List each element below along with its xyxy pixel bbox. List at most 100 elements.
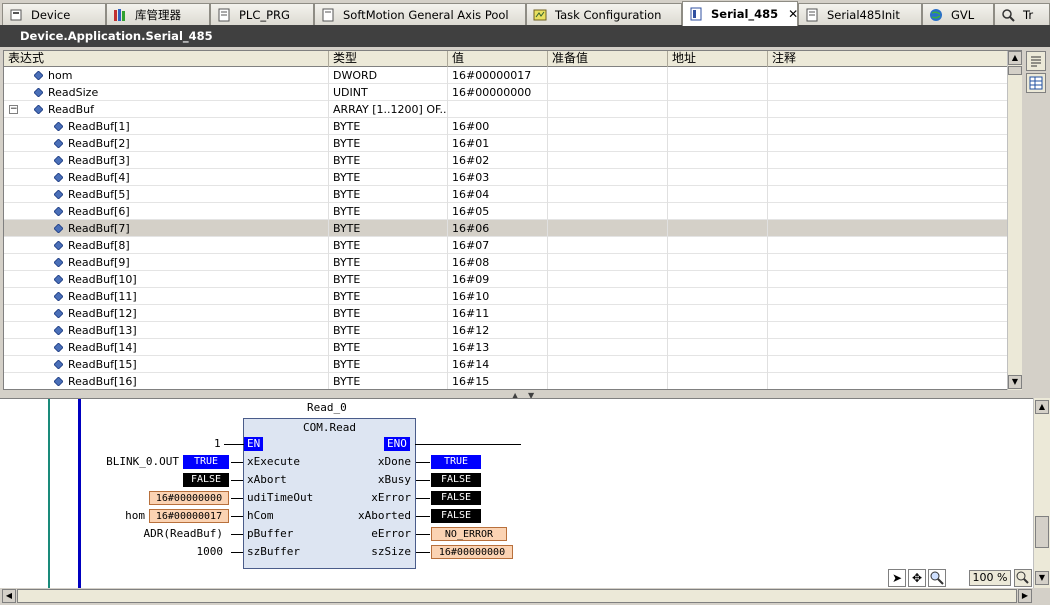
table-row[interactable]: ReadBuf[1] BYTE 16#00: [4, 118, 1021, 135]
prepared-value-cell[interactable]: [548, 305, 668, 322]
output-value-badge[interactable]: NO_ERROR: [431, 527, 507, 541]
scroll-thumb[interactable]: [1035, 516, 1049, 548]
scroll-thumb[interactable]: [17, 589, 1017, 603]
editor-horizontal-scrollbar[interactable]: ◀ ▶: [0, 588, 1050, 605]
table-row[interactable]: ReadBuf[15] BYTE 16#14: [4, 356, 1021, 373]
editor-vertical-scrollbar[interactable]: ▲ ▼: [1033, 398, 1050, 588]
expression-cell: ReadBuf[11]: [4, 288, 329, 305]
table-row[interactable]: ReadBuf[9] BYTE 16#08: [4, 254, 1021, 271]
tab-serial-485[interactable]: Serial_485 ✕: [682, 1, 798, 26]
tab-label: 库管理器: [135, 7, 181, 22]
table-row[interactable]: ReadBuf[10] BYTE 16#09: [4, 271, 1021, 288]
pointer-icon[interactable]: ➤: [888, 569, 906, 587]
table-row[interactable]: ReadBuf[12] BYTE 16#11: [4, 305, 1021, 322]
column-header-type[interactable]: 类型: [329, 51, 448, 67]
table-row[interactable]: − ReadBuf ARRAY [1..1200] OF...: [4, 101, 1021, 118]
prepared-value-cell[interactable]: [548, 169, 668, 186]
fbd-editor[interactable]: Read_0 COM.Read 1 EN ENO xExecute TRUE BLI…: [0, 398, 1033, 588]
input-value-badge[interactable]: FALSE: [183, 473, 229, 487]
tab-plc-prg[interactable]: PLC_PRG: [210, 3, 314, 25]
tab-serial485init[interactable]: Serial485Init: [798, 3, 922, 25]
prepared-value-cell[interactable]: [548, 135, 668, 152]
output-value-badge[interactable]: 16#00000000: [431, 545, 513, 559]
table-row[interactable]: ReadSize UDINT 16#00000000: [4, 84, 1021, 101]
magnifier-icon[interactable]: [928, 569, 946, 587]
table-row[interactable]: ReadBuf[16] BYTE 16#15: [4, 373, 1021, 389]
scroll-down-button[interactable]: ▼: [1008, 375, 1022, 389]
table-row[interactable]: ReadBuf[14] BYTE 16#13: [4, 339, 1021, 356]
zoom-dropdown-icon[interactable]: [1014, 569, 1032, 587]
properties-icon[interactable]: [1026, 51, 1046, 71]
type-cell: DWORD: [329, 67, 448, 84]
table-row[interactable]: ReadBuf[5] BYTE 16#04: [4, 186, 1021, 203]
prepared-value-cell[interactable]: [548, 322, 668, 339]
scroll-down-button[interactable]: ▼: [1035, 571, 1049, 585]
input-variable[interactable]: hom: [125, 509, 145, 522]
scroll-up-button[interactable]: ▲: [1035, 400, 1049, 414]
prepared-value-cell[interactable]: [548, 373, 668, 389]
fb-instance-name[interactable]: Read_0: [307, 401, 347, 414]
table-row[interactable]: ReadBuf[11] BYTE 16#10: [4, 288, 1021, 305]
prepared-value-cell[interactable]: [548, 84, 668, 101]
prepared-value-cell[interactable]: [548, 203, 668, 220]
expression-cell: ReadBuf: [4, 101, 329, 118]
type-cell: BYTE: [329, 220, 448, 237]
column-header-value[interactable]: 值: [448, 51, 548, 67]
tab-gvl[interactable]: GVL: [922, 3, 994, 25]
input-value-badge[interactable]: TRUE: [183, 455, 229, 469]
prepared-value-cell[interactable]: [548, 118, 668, 135]
prepared-value-cell[interactable]: [548, 101, 668, 118]
input-variable[interactable]: 1000: [197, 545, 224, 558]
output-value-badge[interactable]: FALSE: [431, 509, 481, 523]
input-variable[interactable]: ADR(ReadBuf): [144, 527, 223, 540]
en-input-value[interactable]: 1: [214, 437, 221, 450]
table-row[interactable]: ReadBuf[2] BYTE 16#01: [4, 135, 1021, 152]
table-vertical-scrollbar[interactable]: ▲ ▼: [1007, 51, 1022, 390]
column-header-address[interactable]: 地址: [668, 51, 768, 67]
scroll-right-button[interactable]: ▶: [1018, 589, 1032, 603]
tab-softmotion-axis-pool[interactable]: SoftMotion General Axis Pool: [314, 3, 526, 25]
pan-icon[interactable]: ✥: [908, 569, 926, 587]
close-icon[interactable]: ✕: [788, 7, 797, 21]
table-row[interactable]: ReadBuf[8] BYTE 16#07: [4, 237, 1021, 254]
prepared-value-cell[interactable]: [548, 288, 668, 305]
input-variable[interactable]: BLINK_0.OUT: [106, 455, 179, 468]
zoom-level[interactable]: 100 %: [969, 570, 1011, 586]
prepared-value-cell[interactable]: [548, 356, 668, 373]
prepared-value-cell[interactable]: [548, 237, 668, 254]
prepared-value-cell[interactable]: [548, 339, 668, 356]
table-row[interactable]: ReadBuf[3] BYTE 16#02: [4, 152, 1021, 169]
prepared-value-cell[interactable]: [548, 220, 668, 237]
table-row[interactable]: hom DWORD 16#00000017: [4, 67, 1021, 84]
scroll-thumb[interactable]: [1008, 66, 1022, 75]
input-value-badge[interactable]: 16#00000000: [149, 491, 229, 505]
table-view-icon[interactable]: [1026, 73, 1046, 93]
prepared-value-cell[interactable]: [548, 67, 668, 84]
table-row[interactable]: ReadBuf[4] BYTE 16#03: [4, 169, 1021, 186]
prepared-value-cell[interactable]: [548, 271, 668, 288]
expression-cell: ReadBuf[2]: [4, 135, 329, 152]
output-value-badge[interactable]: FALSE: [431, 473, 481, 487]
prepared-value-cell[interactable]: [548, 254, 668, 271]
pane-splitter[interactable]: ▲ ▼: [0, 390, 1050, 400]
table-row[interactable]: ReadBuf[7] BYTE 16#06: [4, 220, 1021, 237]
column-header-expression[interactable]: 表达式: [4, 51, 329, 67]
tab-library-manager[interactable]: 库管理器: [106, 3, 210, 25]
prepared-value-cell[interactable]: [548, 152, 668, 169]
input-value-badge[interactable]: 16#00000017: [149, 509, 229, 523]
scroll-up-button[interactable]: ▲: [1008, 51, 1022, 65]
fb-type-name: COM.Read: [303, 421, 356, 434]
table-row[interactable]: ReadBuf[13] BYTE 16#12: [4, 322, 1021, 339]
tab-trace[interactable]: Tr: [994, 3, 1050, 25]
tab-task-configuration[interactable]: Task Configuration: [526, 3, 682, 25]
scroll-left-button[interactable]: ◀: [2, 589, 16, 603]
output-value-badge[interactable]: FALSE: [431, 491, 481, 505]
column-header-prepared-value[interactable]: 准备值: [548, 51, 668, 67]
column-header-comment[interactable]: 注释: [768, 51, 1021, 67]
table-row[interactable]: ReadBuf[6] BYTE 16#05: [4, 203, 1021, 220]
tab-device[interactable]: Device: [2, 3, 106, 25]
output-value-badge[interactable]: TRUE: [431, 455, 481, 469]
comment-cell: [768, 84, 1021, 101]
input-pin-label: hCom: [247, 509, 274, 522]
prepared-value-cell[interactable]: [548, 186, 668, 203]
